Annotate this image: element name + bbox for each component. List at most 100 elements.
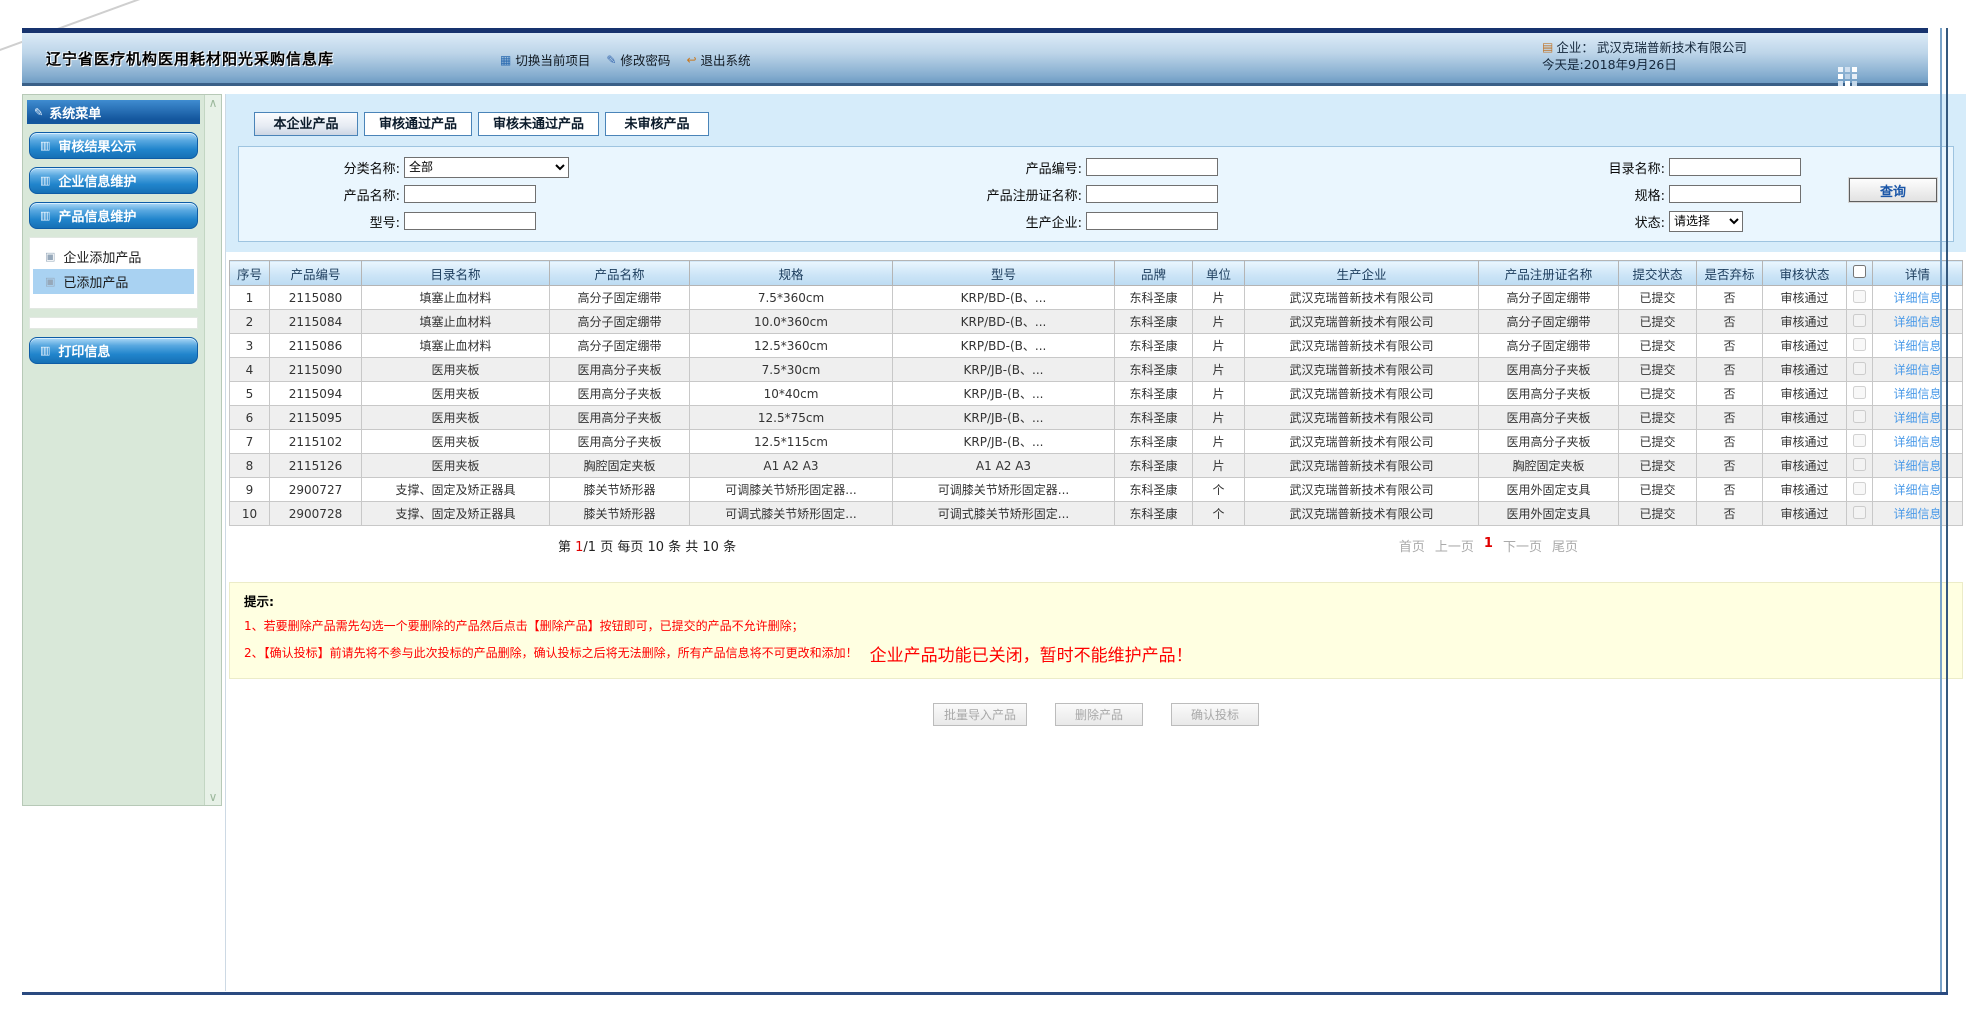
row-checkbox[interactable] (1853, 434, 1866, 447)
topnav-item-2[interactable]: ↩退出系统 (686, 50, 750, 69)
row-checkbox[interactable] (1853, 362, 1866, 375)
cell-12: 审核通过 (1763, 406, 1847, 430)
sidebar-item-print[interactable]: ▥ 打印信息 (29, 337, 198, 364)
cell-8: 武汉克瑞普新技术有限公司 (1245, 430, 1479, 454)
sidebar-subitem-1[interactable]: ▣已添加产品 (33, 269, 194, 294)
tab-2[interactable]: 审核未通过产品 (478, 112, 599, 136)
cell-11: 否 (1697, 382, 1763, 406)
cell-1: 2115094 (270, 382, 362, 406)
window-icon: ▥ (40, 344, 50, 357)
cell-10: 已提交 (1619, 358, 1697, 382)
detail-link[interactable]: 详细信息 (1893, 339, 1941, 353)
search-label-2-1: 产品注册证名称: (956, 185, 1086, 204)
row-checkbox[interactable] (1853, 314, 1866, 327)
search-input-3-0[interactable] (1669, 158, 1801, 176)
search-input-2-1[interactable] (1086, 185, 1218, 203)
row-checkbox[interactable] (1853, 410, 1866, 423)
cell-11: 否 (1697, 430, 1763, 454)
cell-7: 个 (1193, 502, 1245, 526)
col-header-5: 型号 (893, 261, 1115, 286)
detail-link[interactable]: 详细信息 (1893, 411, 1941, 425)
detail-link[interactable]: 详细信息 (1893, 507, 1941, 521)
cell-7: 片 (1193, 334, 1245, 358)
cell-7: 片 (1193, 358, 1245, 382)
sidebar-item-0[interactable]: ▥审核结果公示 (29, 132, 198, 159)
search-select-1-0[interactable]: 全部 (404, 157, 569, 178)
cell-8: 武汉克瑞普新技术有限公司 (1245, 454, 1479, 478)
action-button-0[interactable]: 批量导入产品 (933, 703, 1027, 726)
search-column-3: 目录名称:规格:状态:请选择 (1579, 156, 1801, 232)
detail-link[interactable]: 详细信息 (1893, 483, 1941, 497)
search-row-2-2: 生产企业: (956, 210, 1218, 232)
detail-link[interactable]: 详细信息 (1893, 459, 1941, 473)
search-input-2-2[interactable] (1086, 212, 1218, 230)
cell-2: 医用夹板 (362, 430, 550, 454)
sidebar-subitem-0[interactable]: ▣企业添加产品 (33, 244, 194, 269)
tab-0[interactable]: 本企业产品 (254, 112, 358, 136)
search-label-1-0: 分类名称: (299, 158, 404, 177)
cell-3: 医用高分子夹板 (550, 358, 690, 382)
sidebar-item-1[interactable]: ▥企业信息维护 (29, 167, 198, 194)
cell-12: 审核通过 (1763, 358, 1847, 382)
detail-link[interactable]: 详细信息 (1893, 315, 1941, 329)
pagination-link-1[interactable]: 上一页 (1435, 536, 1474, 555)
detail-cell: 详细信息 (1873, 430, 1963, 454)
cell-9: 医用高分子夹板 (1479, 406, 1619, 430)
cell-9: 高分子固定绷带 (1479, 334, 1619, 358)
detail-link[interactable]: 详细信息 (1893, 387, 1941, 401)
row-checkbox[interactable] (1853, 458, 1866, 471)
query-button[interactable]: 查询 (1849, 178, 1937, 202)
cell-11: 否 (1697, 454, 1763, 478)
cell-8: 武汉克瑞普新技术有限公司 (1245, 502, 1479, 526)
scroll-up-icon[interactable]: ∧ (209, 98, 218, 108)
cell-10: 已提交 (1619, 382, 1697, 406)
detail-link[interactable]: 详细信息 (1893, 363, 1941, 377)
search-select-3-2[interactable]: 请选择 (1669, 211, 1743, 232)
cell-4: A1 A2 A3 (690, 454, 893, 478)
sidebar-scrollbar[interactable]: ∧ ∨ (204, 95, 221, 805)
scroll-down-icon[interactable]: ∨ (209, 792, 218, 802)
topnav-label-2: 退出系统 (701, 50, 751, 69)
cell-9: 胸腔固定夹板 (1479, 454, 1619, 478)
row-checkbox[interactable] (1853, 506, 1866, 519)
topnav-item-0[interactable]: ▦切换当前项目 (500, 50, 590, 69)
row-checkbox[interactable] (1853, 482, 1866, 495)
cell-1: 2115084 (270, 310, 362, 334)
cell-7: 片 (1193, 310, 1245, 334)
action-button-1[interactable]: 删除产品 (1055, 703, 1143, 726)
table-row: 42115090医用夹板医用高分子夹板7.5*30cmKRP/JB-(B、...… (230, 358, 1963, 382)
cell-9: 医用高分子夹板 (1479, 430, 1619, 454)
row-checkbox[interactable] (1853, 386, 1866, 399)
pagination-link-2[interactable]: 1 (1484, 536, 1493, 555)
search-input-3-1[interactable] (1669, 185, 1801, 203)
company-label: 企业： (1556, 39, 1594, 56)
cell-5: 可调膝关节矫形固定器... (893, 478, 1115, 502)
search-input-1-1[interactable] (404, 185, 536, 203)
col-header-3: 产品名称 (550, 261, 690, 286)
table-row: 12115080填塞止血材料高分子固定绷带7.5*360cmKRP/BD-(B、… (230, 286, 1963, 310)
cell-3: 膝关节矫形器 (550, 502, 690, 526)
topnav-item-1[interactable]: ✎修改密码 (606, 50, 670, 69)
cell-0: 1 (230, 286, 270, 310)
row-checkbox[interactable] (1853, 338, 1866, 351)
cell-5: 可调式膝关节矫形固定... (893, 502, 1115, 526)
tab-3[interactable]: 未审核产品 (605, 112, 709, 136)
sidebar-item-2[interactable]: ▥产品信息维护 (29, 202, 198, 229)
search-label-2-0: 产品编号: (956, 158, 1086, 177)
pagination-link-0[interactable]: 首页 (1399, 536, 1425, 555)
search-input-1-2[interactable] (404, 212, 536, 230)
cell-7: 片 (1193, 430, 1245, 454)
tab-1[interactable]: 审核通过产品 (364, 112, 472, 136)
detail-link[interactable]: 详细信息 (1893, 435, 1941, 449)
pagination-summary-pre: 第 (558, 540, 575, 555)
row-checkbox[interactable] (1853, 290, 1866, 303)
detail-link[interactable]: 详细信息 (1893, 291, 1941, 305)
pagination-link-4[interactable]: 尾页 (1552, 536, 1578, 555)
cell-8: 武汉克瑞普新技术有限公司 (1245, 286, 1479, 310)
pagination-link-3[interactable]: 下一页 (1503, 536, 1542, 555)
search-row-1-2: 型号: (299, 210, 569, 232)
select-all-checkbox[interactable] (1853, 265, 1866, 278)
search-input-2-0[interactable] (1086, 158, 1218, 176)
action-button-2[interactable]: 确认投标 (1171, 703, 1259, 726)
cell-0: 10 (230, 502, 270, 526)
